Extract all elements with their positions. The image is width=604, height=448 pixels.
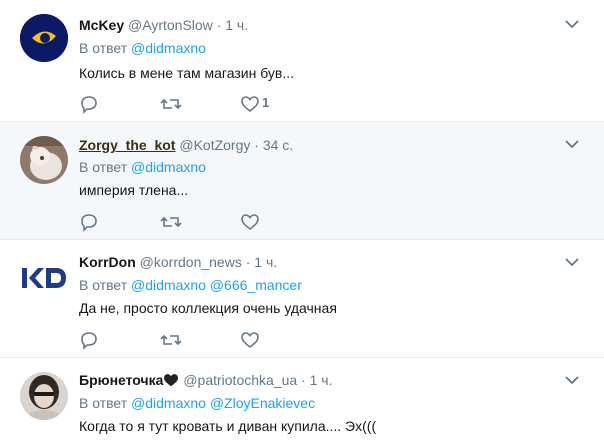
tweet-text: Да не, просто коллекция очень удачная: [79, 300, 337, 316]
heart-icon: [241, 332, 259, 349]
user-handle[interactable]: @KotZorgy: [179, 137, 250, 153]
retweet-button[interactable]: [160, 94, 182, 114]
timestamp[interactable]: 34 с.: [263, 137, 293, 153]
reply-prefix: В ответ: [79, 395, 128, 411]
chevron-down-icon[interactable]: [564, 374, 580, 386]
avatar-eye-image: [20, 14, 68, 62]
tweet-header: Брюнеточка @patriotochka_ua · 1 ч.: [79, 371, 332, 389]
reply-prefix: В ответ: [79, 159, 128, 175]
reply-context: В ответ @didmaxno @ZloyEnakievec: [79, 394, 315, 412]
reply-context: В ответ @didmaxno: [79, 39, 206, 57]
tweet-header: KorrDon @korrdon_news · 1 ч.: [79, 253, 277, 271]
retweet-button[interactable]: [160, 330, 182, 350]
avatar-kd-logo: [20, 254, 68, 302]
chevron-down-icon[interactable]: [564, 18, 580, 30]
tweet-3[interactable]: KorrDon @korrdon_news · 1 ч. В ответ @di…: [0, 240, 604, 358]
heart-icon: [241, 96, 259, 113]
heart-icon: [241, 214, 259, 231]
reply-prefix: В ответ: [79, 277, 128, 293]
tweet-text: империя тлена...: [79, 182, 189, 198]
like-count: 1: [262, 95, 270, 110]
tweet-1[interactable]: McKey @AyrtonSlow · 1 ч. В ответ @didmax…: [0, 0, 604, 122]
tweet-4[interactable]: Брюнеточка @patriotochka_ua · 1 ч. В отв…: [0, 358, 604, 448]
reply-icon: [81, 96, 97, 114]
like-button[interactable]: [240, 212, 260, 232]
user-name[interactable]: Брюнеточка: [79, 372, 163, 388]
tweet-header: McKey @AyrtonSlow · 1 ч.: [79, 16, 248, 34]
avatar[interactable]: [20, 372, 68, 420]
avatar[interactable]: [20, 254, 68, 302]
retweet-icon: [160, 98, 182, 110]
separator: ·: [254, 137, 259, 153]
timestamp[interactable]: 1 ч.: [254, 254, 277, 270]
mention-link[interactable]: @didmaxno: [131, 40, 206, 56]
user-handle[interactable]: @patriotochka_ua: [183, 372, 297, 388]
user-name[interactable]: McKey: [79, 17, 124, 33]
tweet-actions: [79, 330, 339, 350]
tweet-actions: [79, 212, 339, 232]
reply-context: В ответ @didmaxno: [79, 158, 206, 176]
mention-link[interactable]: @didmaxno: [131, 277, 206, 293]
mention-link[interactable]: @ZloyEnakievec: [210, 395, 315, 411]
black-heart-icon: [164, 374, 179, 387]
separator: ·: [245, 254, 251, 270]
avatar-photo-image: [20, 372, 68, 420]
tweet-text: Когда то я тут кровать и диван купила...…: [79, 418, 377, 434]
reply-prefix: В ответ: [79, 40, 128, 56]
reply-button[interactable]: [79, 330, 99, 350]
user-name[interactable]: Zorgy_the_kot: [79, 137, 175, 153]
mention-link[interactable]: @666_mancer: [210, 277, 302, 293]
tweet-actions: 1: [79, 94, 339, 114]
avatar-cat-image: [20, 136, 68, 184]
reply-icon: [81, 332, 97, 350]
reply-icon: [81, 214, 97, 232]
mention-link[interactable]: @didmaxno: [131, 159, 206, 175]
tweet-text: Колись в мене там магазин був...: [79, 65, 295, 81]
retweet-icon: [160, 334, 182, 346]
like-button[interactable]: 1: [240, 94, 269, 114]
retweet-icon: [160, 216, 182, 228]
tweet-header: Zorgy_the_kot @KotZorgy · 34 с.: [79, 136, 293, 154]
chevron-down-icon[interactable]: [564, 256, 580, 268]
avatar[interactable]: [20, 136, 68, 184]
timestamp[interactable]: 1 ч.: [310, 372, 333, 388]
retweet-button[interactable]: [160, 212, 182, 232]
tweet-2[interactable]: Zorgy_the_kot @KotZorgy · 34 с. В ответ …: [0, 122, 604, 240]
user-handle[interactable]: @korrdon_news: [140, 254, 242, 270]
user-name[interactable]: KorrDon: [79, 254, 136, 270]
like-button[interactable]: [240, 330, 260, 350]
user-handle[interactable]: @AyrtonSlow: [128, 17, 213, 33]
avatar[interactable]: [20, 14, 68, 62]
separator: ·: [216, 17, 222, 33]
timestamp[interactable]: 1 ч.: [225, 17, 248, 33]
reply-button[interactable]: [79, 94, 99, 114]
mention-link[interactable]: @didmaxno: [131, 395, 206, 411]
reply-context: В ответ @didmaxno @666_mancer: [79, 276, 302, 294]
separator: ·: [301, 372, 306, 388]
chevron-down-icon[interactable]: [564, 138, 580, 150]
reply-button[interactable]: [79, 212, 99, 232]
